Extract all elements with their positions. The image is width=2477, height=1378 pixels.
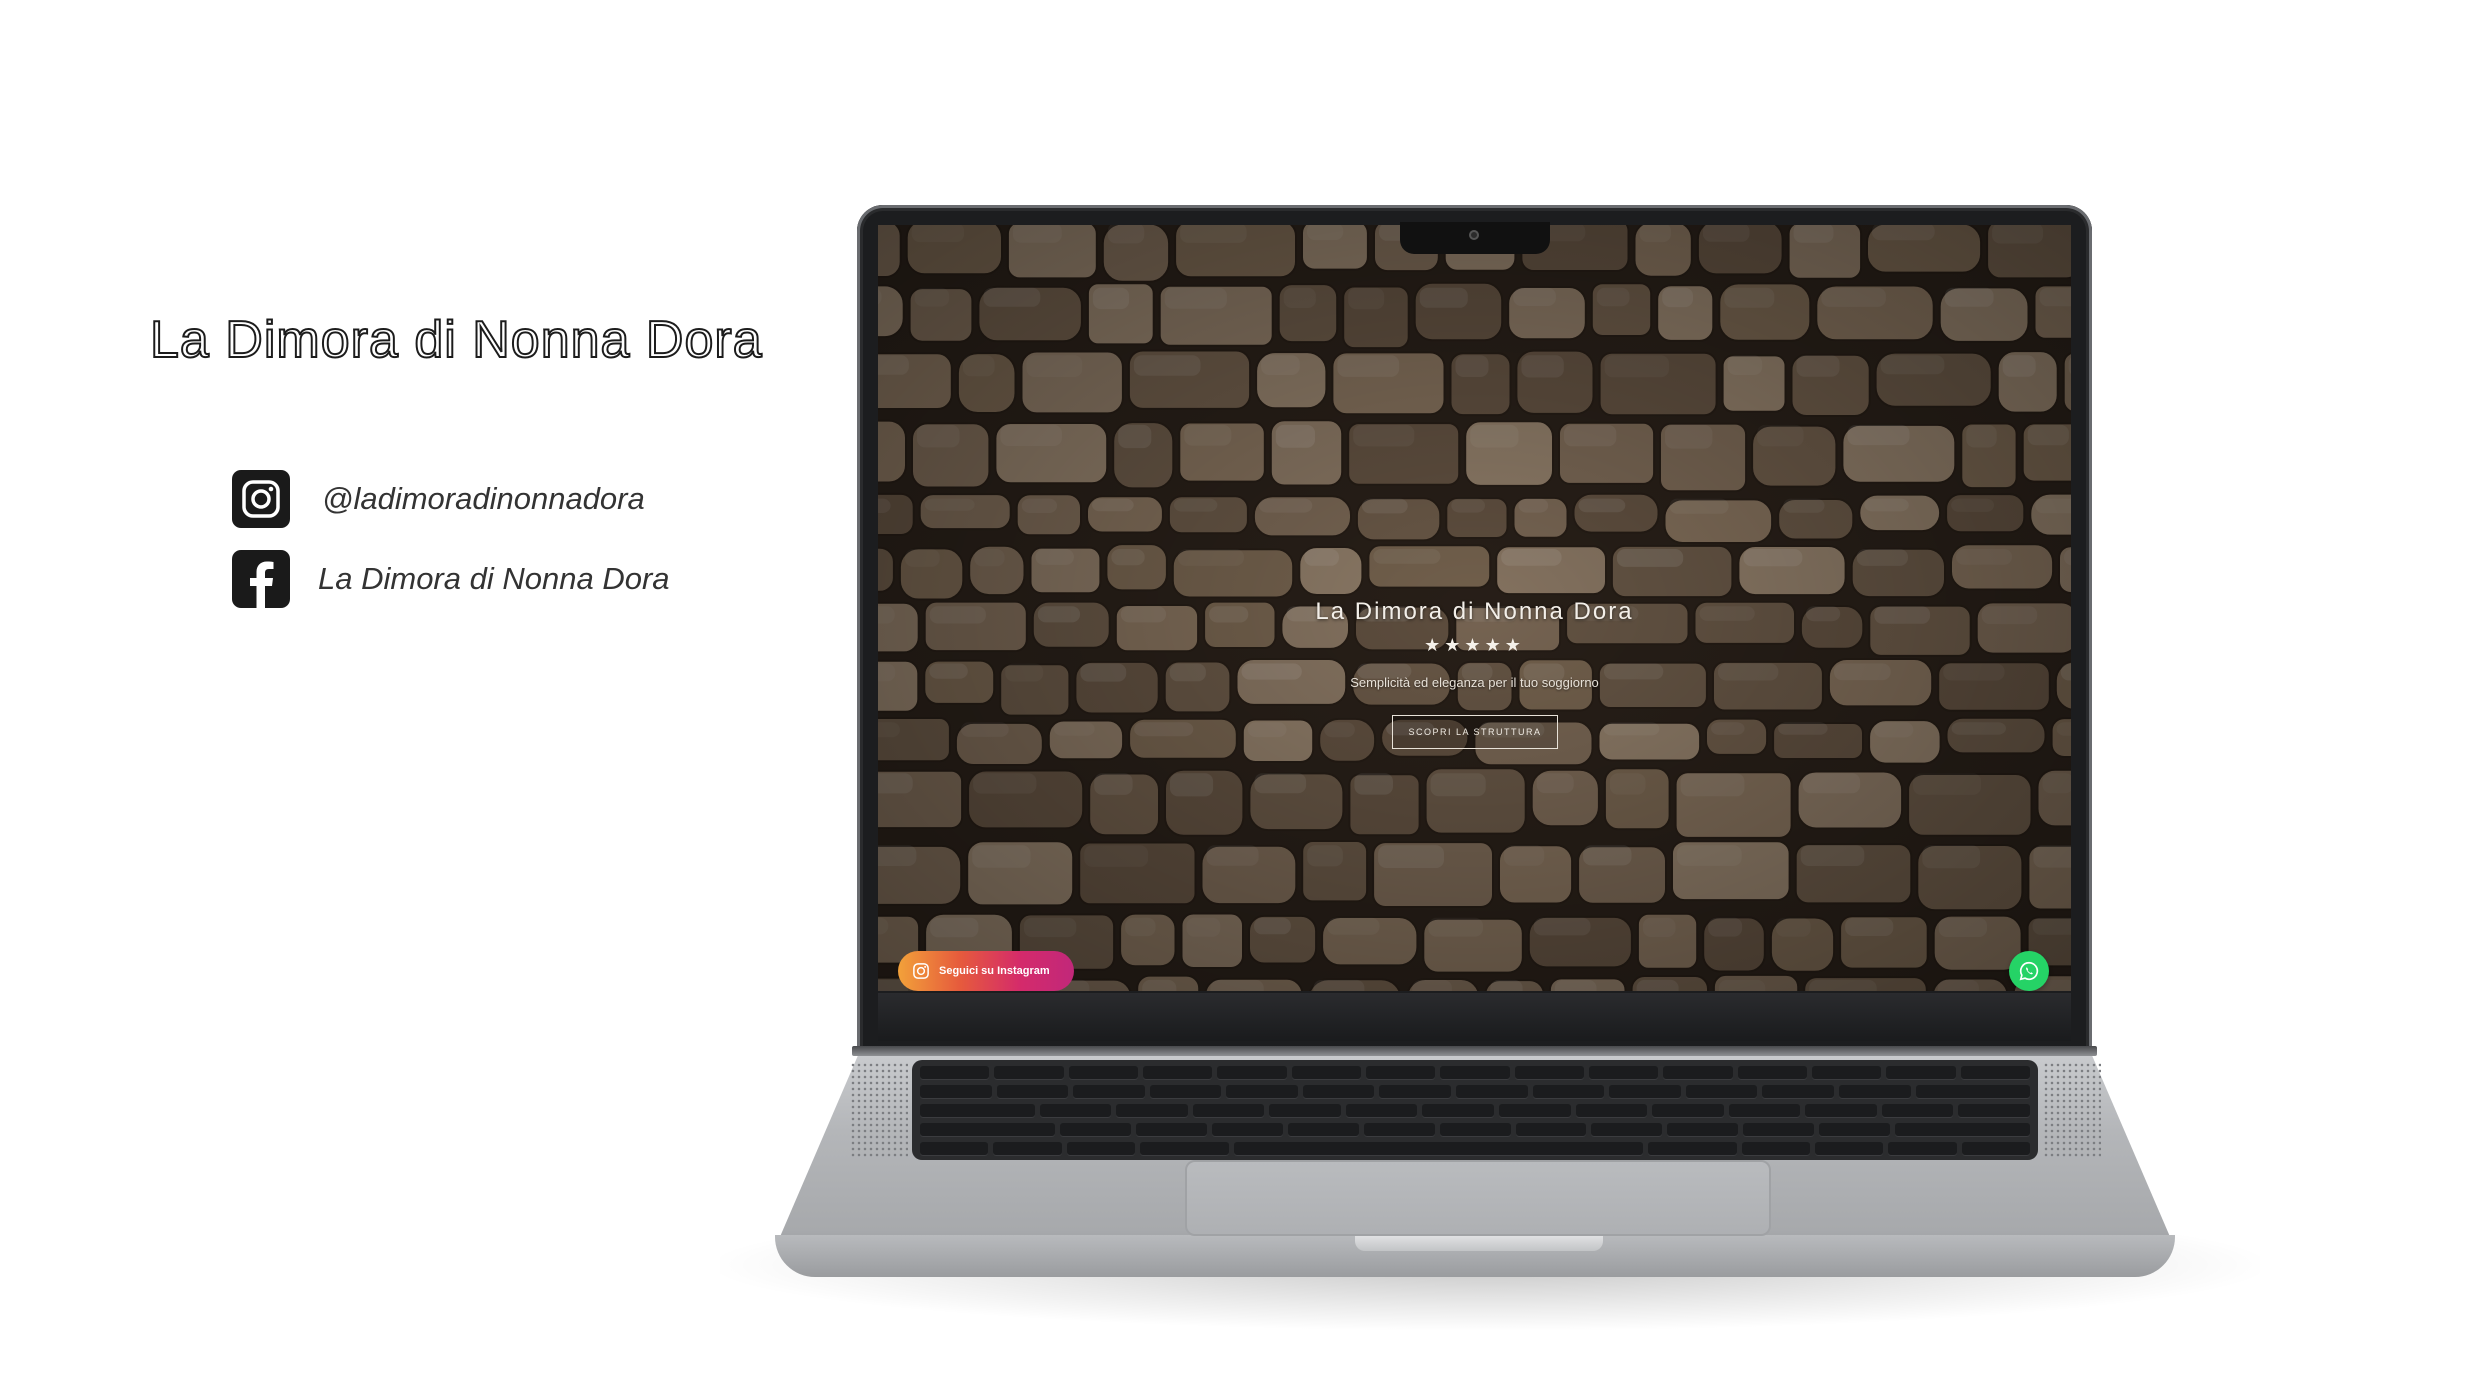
instagram-icon: [232, 470, 290, 528]
speaker-grille-right: [2043, 1062, 2101, 1158]
laptop-opening-notch: [1355, 1235, 1603, 1251]
website-title: La Dimora di Nonna Dora: [1315, 598, 1634, 625]
website-subtitle: Semplicità ed eleganza per il tuo soggio…: [1350, 675, 1599, 690]
facebook-icon: [232, 550, 290, 608]
laptop-screen: La Dimora di Nonna Dora ★★★★★ Semplicità…: [878, 225, 2071, 991]
follow-instagram-label: Seguici su Instagram: [939, 965, 1050, 977]
instagram-icon: [913, 963, 929, 979]
laptop-hinge: [852, 1046, 2097, 1056]
discover-structure-button[interactable]: SCOPRI LA STRUTTURA: [1392, 715, 1558, 749]
website-hero: La Dimora di Nonna Dora ★★★★★ Semplicità…: [878, 225, 2071, 991]
camera-icon: [1469, 230, 1479, 240]
whatsapp-button[interactable]: [2009, 951, 2049, 991]
follow-instagram-button[interactable]: Seguici su Instagram: [898, 951, 1074, 991]
rating-stars: ★★★★★: [1424, 635, 1525, 655]
instagram-handle[interactable]: @ladimoradinonnadora: [322, 481, 645, 517]
facebook-name[interactable]: La Dimora di Nonna Dora: [318, 561, 670, 597]
whatsapp-icon: [2019, 961, 2039, 981]
instagram-row[interactable]: @ladimoradinonnadora: [232, 470, 645, 528]
trackpad: [1185, 1160, 1771, 1236]
screen-bezel-chin: [878, 993, 2071, 1041]
keyboard: [912, 1060, 2038, 1160]
facebook-row[interactable]: La Dimora di Nonna Dora: [232, 550, 670, 608]
brand-title: La Dimora di Nonna Dora: [149, 310, 763, 370]
camera-notch: [1400, 222, 1550, 254]
speaker-grille-left: [850, 1062, 908, 1158]
